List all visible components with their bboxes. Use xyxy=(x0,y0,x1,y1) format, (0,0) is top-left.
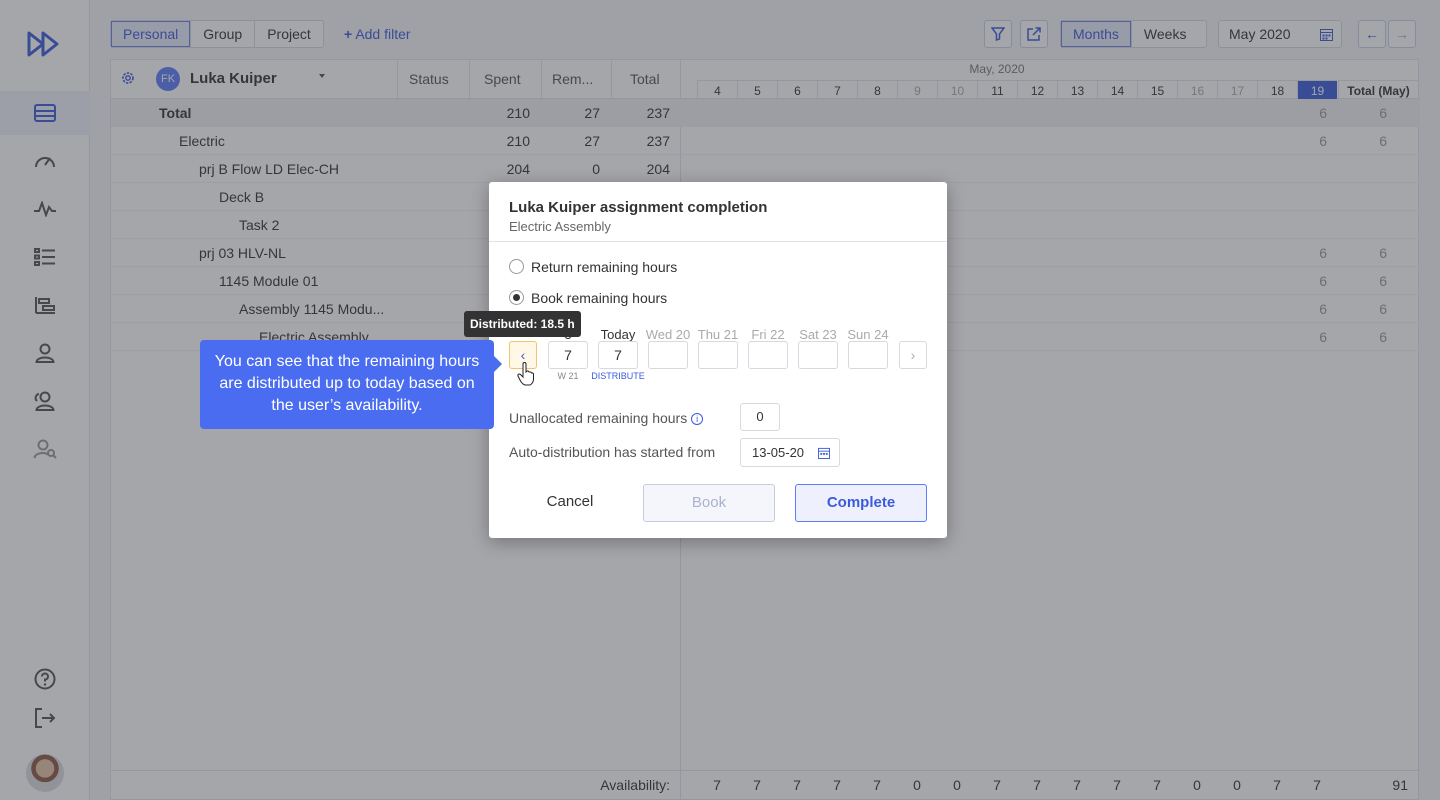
day-hours-input[interactable] xyxy=(748,341,788,369)
dialog-title: Luka Kuiper assignment completion xyxy=(509,199,768,216)
day-label: Wed 20 xyxy=(645,327,691,342)
completion-dialog: Luka Kuiper assignment completion Electr… xyxy=(489,182,947,538)
book-hours-radio[interactable] xyxy=(509,290,524,305)
day-hours-input[interactable] xyxy=(698,341,738,369)
return-hours-radio[interactable] xyxy=(509,259,524,274)
day-hours-input[interactable] xyxy=(648,341,688,369)
distributed-tooltip: Distributed: 18.5 h xyxy=(464,311,581,337)
complete-button[interactable]: Complete xyxy=(795,484,927,522)
book-hours-label[interactable]: Book remaining hours xyxy=(531,290,667,306)
day-hours-input[interactable] xyxy=(798,341,838,369)
chevron-left-icon: ‹ xyxy=(520,347,526,363)
next-days-button[interactable]: › xyxy=(899,341,927,369)
day-label: Today xyxy=(600,327,636,342)
autodist-date-input[interactable]: 13-05-20 xyxy=(740,438,840,467)
unallocated-input[interactable]: 0 xyxy=(740,403,780,431)
calendar-icon xyxy=(818,447,830,459)
autodist-date-value: 13-05-20 xyxy=(752,445,805,460)
dialog-subtitle: Electric Assembly xyxy=(509,219,611,234)
return-hours-label[interactable]: Return remaining hours xyxy=(531,259,677,275)
unallocated-label: Unallocated remaining hours i xyxy=(509,410,704,426)
day-hours-input[interactable]: 7 xyxy=(548,341,588,369)
info-icon[interactable]: i xyxy=(691,413,704,426)
tour-callout: You can see that the remaining hours are… xyxy=(200,340,502,429)
autodist-label: Auto-distribution has started from xyxy=(509,444,716,460)
day-label: Fri 22 xyxy=(751,327,785,342)
day-label: Thu 21 xyxy=(697,327,739,342)
chevron-right-icon: › xyxy=(910,347,916,363)
day-label: Sat 23 xyxy=(799,327,837,342)
hand-cursor-icon xyxy=(517,362,534,386)
day-label: Sun 24 xyxy=(847,327,889,342)
day-hours-input[interactable] xyxy=(848,341,888,369)
day-hours-input[interactable]: 7 xyxy=(598,341,638,369)
distribute-link[interactable]: DISTRIBUTE xyxy=(588,371,648,381)
book-button[interactable]: Book xyxy=(643,484,775,522)
cancel-button[interactable]: Cancel xyxy=(509,484,631,522)
